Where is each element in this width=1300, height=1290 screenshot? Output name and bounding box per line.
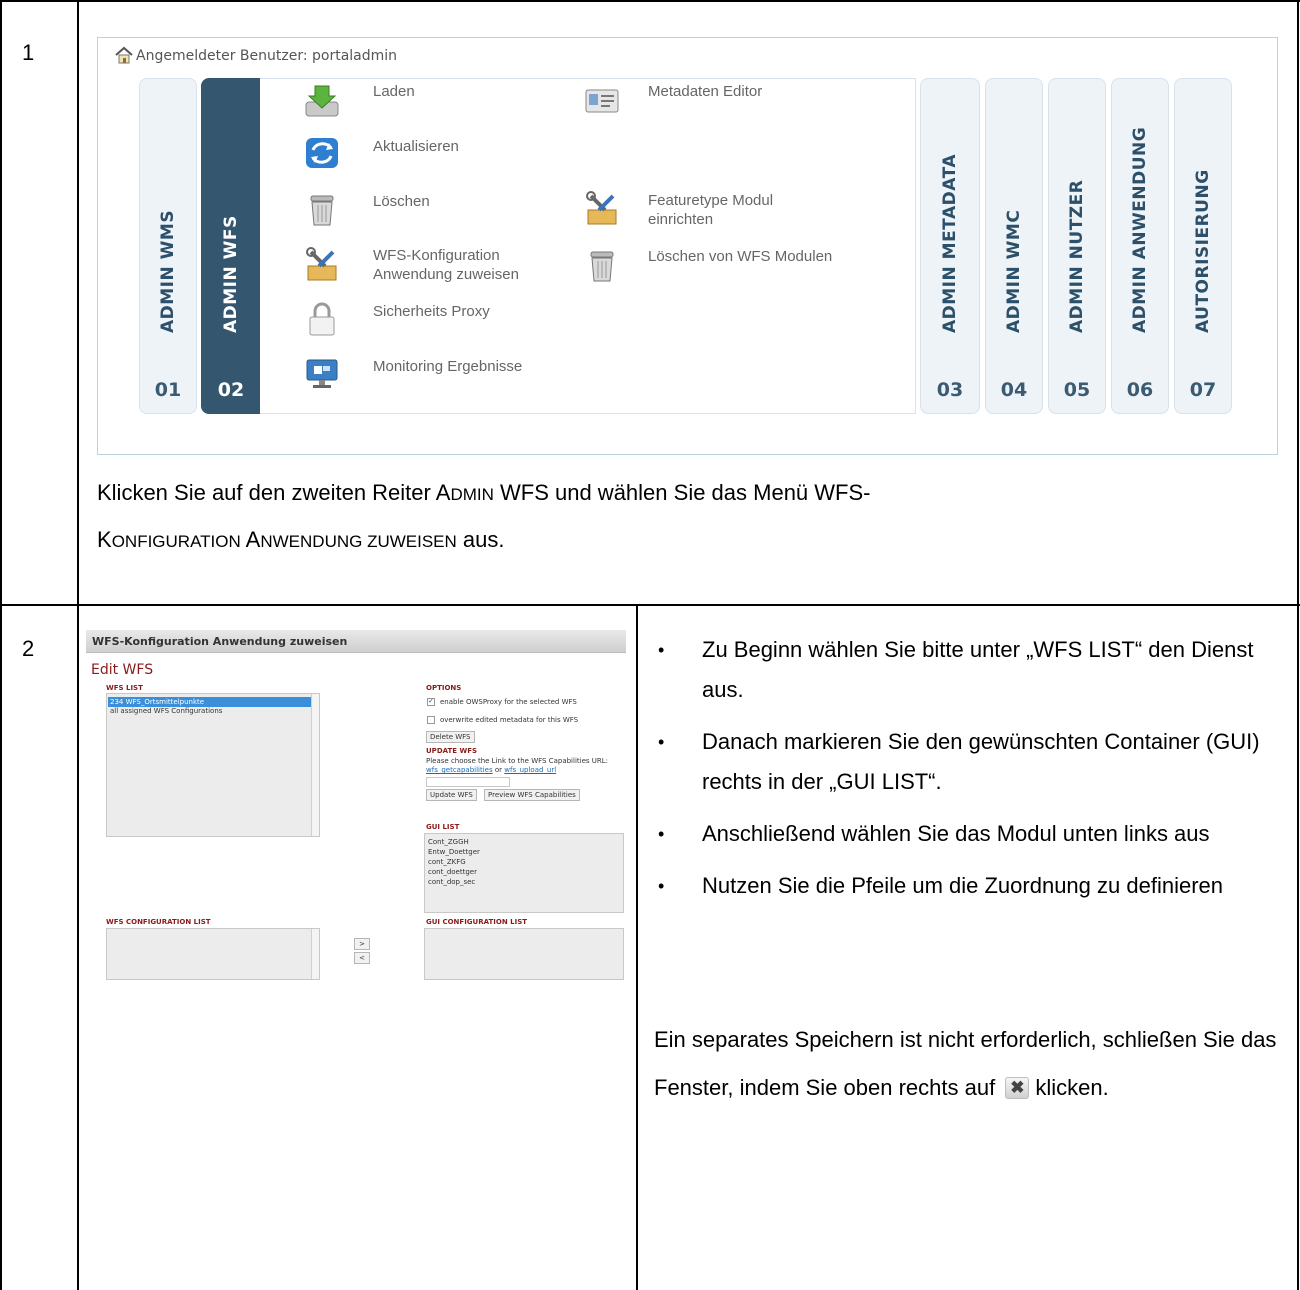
options-heading: OPTIONS: [426, 684, 462, 692]
preview-capabilities-button[interactable]: Preview WFS Capabilities: [484, 789, 580, 801]
gui-configuration-list[interactable]: [424, 928, 624, 980]
close-icon: ✖: [1005, 1077, 1030, 1099]
tab-label: ADMIN WMS: [158, 209, 178, 333]
wfs-list-item[interactable]: all assigned WFS Configurations: [110, 707, 222, 716]
monitor-icon: [306, 359, 338, 388]
gui-list-item[interactable]: Cont_ZGGH: [428, 838, 469, 847]
refresh-icon: [306, 138, 338, 168]
trash-icon: [590, 251, 614, 282]
tab-number: 07: [1189, 379, 1217, 401]
window-title: WFS-Konfiguration Anwendung zuweisen: [86, 630, 626, 653]
tab-admin-wms[interactable]: ADMIN WMS 01: [139, 78, 197, 414]
tab-number: 05: [1063, 379, 1091, 401]
tab-admin-wmc[interactable]: ADMIN WMC 04: [985, 78, 1043, 414]
table-column-divider: [77, 0, 79, 1290]
scrollbar[interactable]: [311, 929, 319, 979]
gui-list-item[interactable]: cont_doettger: [428, 868, 477, 877]
move-left-button[interactable]: <: [354, 952, 370, 964]
tab-number: 01: [154, 379, 182, 401]
wfs-list-heading: WFS LIST: [106, 684, 143, 692]
wfs-upload-url-link[interactable]: wfs_upload_url: [504, 766, 556, 774]
tab-number: 02: [217, 379, 245, 401]
lock-icon: [309, 302, 335, 336]
list-item: • Anschließend wählen Sie das Modul unten…: [658, 821, 1210, 846]
tab-autorisierung[interactable]: AUTORISIERUNG 07: [1174, 78, 1232, 414]
tab-label: ADMIN WMC: [1004, 209, 1024, 333]
instruction-list: • Zu Beginn wählen Sie bitte unter „WFS L…: [654, 630, 1284, 906]
wfs-getcapabilities-link[interactable]: wfs_getcapabilities: [426, 766, 493, 774]
gui-configuration-list-heading: GUI CONFIGURATION LIST: [426, 918, 528, 926]
update-wfs-heading: UPDATE WFS: [426, 747, 478, 755]
tab-number: 06: [1126, 379, 1154, 401]
overwrite-metadata-label: overwrite edited metadata for this WFS: [440, 716, 579, 724]
page-title: Edit WFS: [91, 662, 154, 678]
menu-item-loeschen[interactable]: Löschen: [373, 192, 430, 211]
home-icon: [115, 46, 133, 64]
list-item: • Nutzen Sie die Pfeile um die Zuordnung …: [658, 873, 1223, 898]
id-card-icon: [585, 89, 619, 113]
table-border-right: [1297, 0, 1299, 1290]
list-item: • Danach markieren Sie den gewünschten Co…: [658, 729, 1260, 794]
update-wfs-text: Please choose the Link to the WFS Capabi…: [426, 757, 609, 774]
menu-item-monitoring[interactable]: Monitoring Ergebnisse: [373, 357, 522, 376]
delete-wfs-button[interactable]: Delete WFS: [426, 731, 475, 743]
gui-list-item[interactable]: cont_dop_sec: [428, 878, 475, 887]
admin-portal-screenshot: Angemeldeter Benutzer: portaladmin ADMIN…: [97, 37, 1278, 455]
menu-item-sicherheits-proxy[interactable]: Sicherheits Proxy: [373, 302, 490, 321]
logged-in-user: Angemeldeter Benutzer: portaladmin: [136, 48, 398, 64]
wfs-list-item-selected[interactable]: 234 WFS_Ortsmittelpunkte: [108, 697, 316, 707]
tab-number: 03: [936, 379, 964, 401]
menu-item-label: WFS-Konfiguration Anwendung zuweisen: [373, 247, 519, 283]
step-number: 1: [22, 40, 35, 65]
update-wfs-button[interactable]: Update WFS: [426, 789, 477, 801]
table-border-left: [0, 0, 2, 1290]
wfs-list[interactable]: 234 WFS_Ortsmittelpunkte all assigned WF…: [106, 693, 320, 837]
tab-label: AUTORISIERUNG: [1193, 169, 1213, 333]
tab-admin-nutzer[interactable]: ADMIN NUTZER 05: [1048, 78, 1106, 414]
list-item: • Zu Beginn wählen Sie bitte unter „WFS L…: [658, 637, 1254, 702]
menu-item-featuretype-modul[interactable]: Featuretype Modul einrichten: [648, 191, 818, 229]
tab-label: ADMIN NUTZER: [1067, 179, 1087, 333]
menu-item-label: Featuretype Modul einrichten: [648, 192, 774, 228]
edit-wfs-screenshot: WFS-Konfiguration Anwendung zuweisen Edi…: [86, 630, 626, 980]
menu-item-aktualisieren[interactable]: Aktualisieren: [373, 137, 459, 156]
tab-label: ADMIN ANWENDUNG: [1130, 126, 1150, 333]
table-inner-divider: [636, 604, 638, 1290]
capabilities-url-input[interactable]: [426, 777, 510, 787]
menu-item-laden[interactable]: Laden: [373, 82, 415, 101]
overwrite-metadata-checkbox[interactable]: [427, 716, 435, 724]
gui-list-item[interactable]: cont_ZKFG: [428, 858, 466, 867]
tab-label: ADMIN WFS: [221, 215, 241, 333]
tab-number: 04: [1000, 379, 1028, 401]
wfs-configuration-list[interactable]: [106, 928, 320, 980]
enable-owsproxy-label: enable OWSProxy for the selected WFS: [440, 698, 577, 706]
closing-paragraph: Ein separates Speichern ist nicht erford…: [654, 1027, 1277, 1100]
menu-item-metadaten-editor[interactable]: Metadaten Editor: [648, 82, 762, 101]
trash-icon: [310, 195, 334, 226]
tools-icon: [306, 247, 337, 281]
move-right-button[interactable]: >: [354, 938, 370, 950]
tools-icon: [586, 191, 617, 225]
menu-item-loeschen-wfs-module[interactable]: Löschen von WFS Modulen: [648, 247, 832, 266]
gui-list-heading: GUI LIST: [426, 823, 460, 831]
tab-admin-metadata[interactable]: ADMIN METADATA 03: [920, 78, 980, 414]
gui-list[interactable]: Cont_ZGGH Entw_Doettger cont_ZKFG cont_d…: [424, 833, 624, 913]
tab-admin-anwendung[interactable]: ADMIN ANWENDUNG 06: [1111, 78, 1169, 414]
download-icon: [305, 85, 339, 117]
table-border-top: [0, 0, 1300, 2]
instruction-table: 1 2 Angemeldeter Benutzer: portaladmin A…: [0, 0, 1300, 1290]
enable-owsproxy-checkbox[interactable]: ✓: [427, 698, 435, 706]
menu-item-wfs-konfiguration[interactable]: WFS-Konfiguration Anwendung zuweisen: [373, 246, 563, 284]
step1-instruction: Klicken Sie auf den zweiten Reiter ADMIN…: [97, 480, 871, 552]
scrollbar[interactable]: [311, 694, 319, 836]
tab-label: ADMIN METADATA: [940, 153, 960, 333]
step-number: 2: [22, 636, 35, 661]
gui-list-item[interactable]: Entw_Doettger: [428, 848, 480, 857]
wfs-configuration-list-heading: WFS CONFIGURATION LIST: [106, 918, 211, 926]
table-row-divider: [0, 604, 1300, 606]
tab-admin-wfs[interactable]: ADMIN WFS 02: [201, 78, 261, 414]
step2-instructions: • Zu Beginn wählen Sie bitte unter „WFS L…: [654, 630, 1284, 918]
